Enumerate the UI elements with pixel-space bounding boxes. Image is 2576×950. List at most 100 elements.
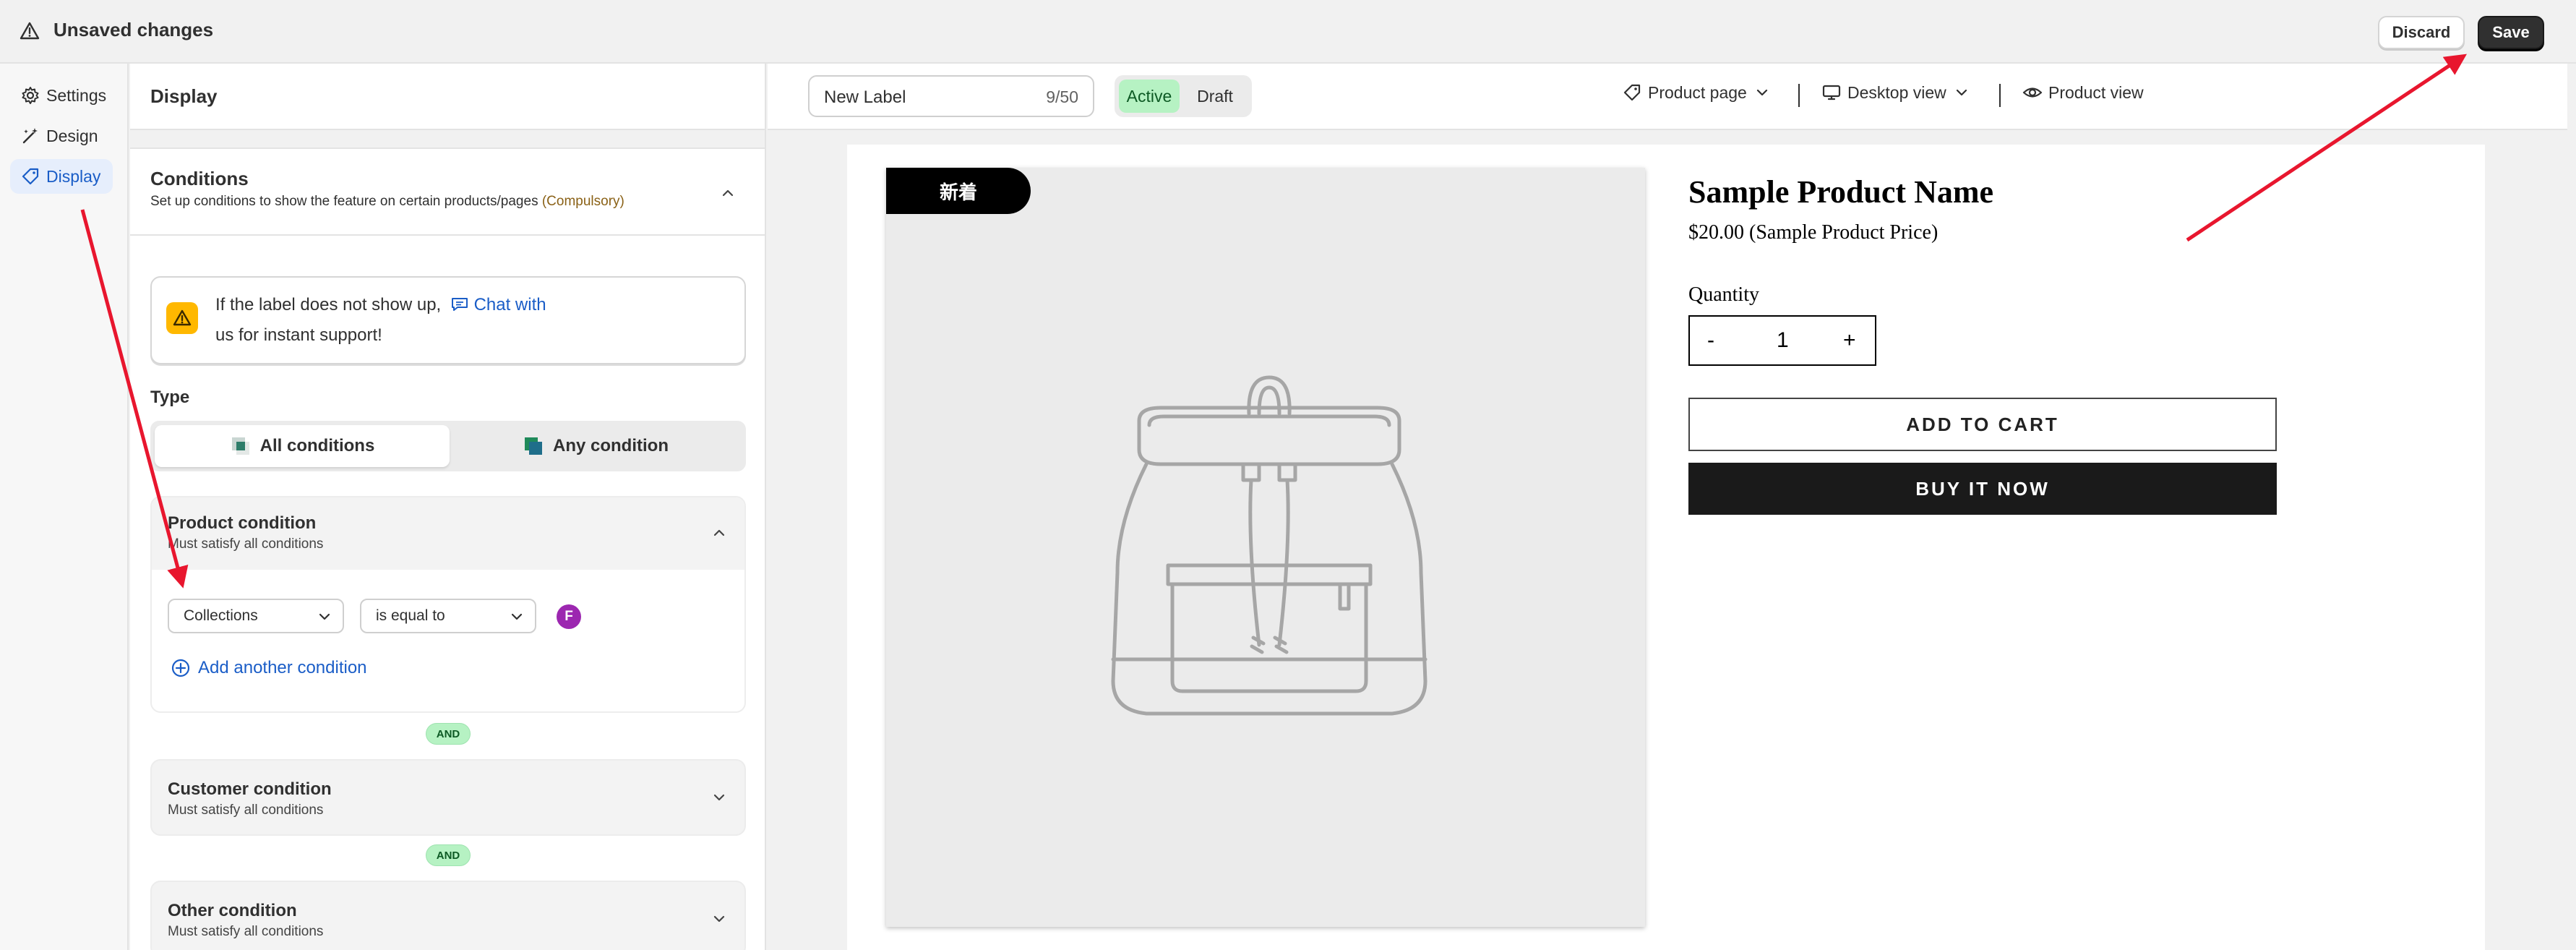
status-toggle: Active Draft [1115, 75, 1252, 117]
chat-link-text[interactable]: Chat with [474, 295, 546, 314]
toolbar-divider [1798, 84, 1800, 107]
all-conditions-option[interactable]: All conditions [155, 425, 450, 467]
quantity-label: Quantity [1688, 283, 1759, 306]
backpack-placeholder-icon [1111, 375, 1427, 716]
add-condition-label: Add another condition [198, 658, 367, 677]
desktop-monitor-icon [1822, 85, 1841, 100]
nav-label-display: Display [46, 166, 101, 186]
condition-type-toggle: All conditions Any condition [150, 421, 746, 471]
device-view-select[interactable]: Desktop view [1821, 82, 1970, 103]
notice-prefix: If the label does not show up, [215, 295, 442, 314]
customer-condition-card[interactable]: Customer condition Must satisfy all cond… [150, 759, 746, 836]
all-conditions-icon [231, 437, 249, 455]
chevron-down-icon [319, 613, 330, 620]
compulsory-note: (Compulsory) [541, 194, 624, 209]
preview-toolbar: New Label 9/50 Active Draft Product page… [768, 64, 2576, 130]
nav-item-settings[interactable]: Settings [10, 78, 113, 113]
condition-field-value: Collections [184, 607, 258, 624]
condition-operator-select[interactable]: is equal to [360, 599, 536, 633]
product-label-badge[interactable]: 新着 [886, 168, 1031, 214]
customer-condition-title: Customer condition [168, 779, 332, 799]
product-view-button[interactable]: Product view [2022, 82, 2144, 103]
product-preview-canvas: 新着 Sample Product Name $20.00 (Sample Pr… [847, 145, 2485, 950]
any-condition-label: Any condition [553, 436, 669, 455]
label-name-input[interactable]: New Label 9/50 [808, 75, 1094, 117]
tag-icon [22, 168, 39, 185]
other-condition-card[interactable]: Other condition Must satisfy all conditi… [150, 881, 746, 950]
product-condition-header[interactable]: Product condition Must satisfy all condi… [152, 497, 744, 570]
char-counter: 9/50 [1046, 87, 1078, 106]
all-conditions-label: All conditions [259, 436, 375, 455]
warning-icon [173, 309, 192, 326]
eye-icon [2022, 87, 2043, 98]
quantity-increment-button[interactable]: + [1843, 328, 1856, 353]
any-condition-icon [525, 437, 542, 455]
panel-header: Display [130, 64, 765, 130]
conditions-subtitle-text: Set up conditions to show the feature on… [150, 194, 538, 209]
product-price: $20.00 (Sample Product Price) [1688, 221, 1939, 244]
page-type-value: Product page [1648, 82, 1747, 102]
nav-item-design[interactable]: Design [10, 119, 113, 153]
page-type-select[interactable]: Product page [1622, 82, 1770, 103]
type-label: Type [150, 388, 190, 407]
chat-with-link[interactable]: Chat with [446, 295, 546, 314]
chevron-down-icon[interactable] [711, 789, 727, 805]
quantity-value[interactable]: 1 [1777, 328, 1789, 353]
conditions-title: Conditions [150, 168, 249, 189]
customer-condition-subtitle: Must satisfy all conditions [168, 803, 324, 818]
condition-field-select[interactable]: Collections [168, 599, 344, 633]
and-badge: AND [426, 723, 471, 745]
product-condition-subtitle: Must satisfy all conditions [168, 536, 324, 552]
label-name-value: New Label [824, 87, 906, 107]
buy-it-now-button[interactable]: BUY IT NOW [1688, 463, 2277, 515]
warning-triangle-icon [20, 22, 40, 40]
tag-icon [1623, 84, 1641, 101]
magic-wand-icon [22, 128, 38, 144]
notice-line-2: us for instant support! [215, 325, 382, 345]
quantity-stepper[interactable]: - 1 + [1688, 315, 1876, 366]
notice-line-1: If the label does not show up, Chat with [215, 295, 546, 315]
chevron-up-icon[interactable] [711, 525, 727, 541]
any-condition-option[interactable]: Any condition [450, 425, 742, 467]
conditions-subtitle: Set up conditions to show the feature on… [150, 194, 624, 210]
chevron-down-icon [511, 613, 523, 620]
plus-circle-icon [171, 659, 190, 677]
nav-label-settings: Settings [46, 85, 107, 105]
add-another-condition-button[interactable]: Add another condition [171, 658, 367, 678]
condition-value-avatar[interactable]: F [557, 604, 581, 629]
page-scrollbar[interactable] [2567, 64, 2576, 950]
device-view-value: Desktop view [1847, 82, 1946, 102]
chevron-down-icon [1956, 89, 1967, 96]
other-condition-subtitle: Must satisfy all conditions [168, 924, 324, 939]
nav-label-design: Design [46, 126, 98, 145]
conditions-section-header[interactable]: Conditions Set up conditions to show the… [130, 147, 765, 236]
display-settings-panel: Display Conditions Set up conditions to … [130, 64, 766, 950]
chat-bubble-icon [451, 298, 468, 311]
and-badge: AND [426, 844, 471, 866]
support-notice: If the label does not show up, Chat with… [150, 276, 746, 364]
status-active-option[interactable]: Active [1119, 80, 1180, 113]
chevron-up-icon[interactable] [720, 185, 736, 201]
condition-operator-value: is equal to [376, 607, 445, 624]
product-view-label: Product view [2048, 82, 2144, 102]
nav-item-display[interactable]: Display [10, 159, 113, 194]
add-to-cart-button[interactable]: ADD TO CART [1688, 398, 2277, 451]
preview-area: New Label 9/50 Active Draft Product page… [768, 64, 2576, 950]
chevron-down-icon[interactable] [711, 911, 727, 927]
unsaved-changes-title: Unsaved changes [53, 19, 214, 40]
product-condition-title: Product condition [168, 513, 317, 533]
product-condition-card: Product condition Must satisfy all condi… [150, 496, 746, 713]
product-image: 新着 [886, 168, 1645, 927]
chevron-down-icon [1756, 89, 1767, 96]
notice-warning-badge [166, 302, 198, 334]
gear-icon [22, 87, 39, 104]
product-name: Sample Product Name [1688, 174, 1994, 210]
left-navigation: Settings Design Display [0, 64, 129, 950]
status-draft-option[interactable]: Draft [1184, 80, 1246, 113]
other-condition-title: Other condition [168, 901, 297, 920]
save-button[interactable]: Save [2478, 16, 2544, 49]
panel-title: Display [150, 85, 218, 107]
quantity-decrement-button[interactable]: - [1707, 328, 1714, 353]
discard-button[interactable]: Discard [2378, 16, 2465, 49]
toolbar-divider [1999, 84, 2001, 107]
